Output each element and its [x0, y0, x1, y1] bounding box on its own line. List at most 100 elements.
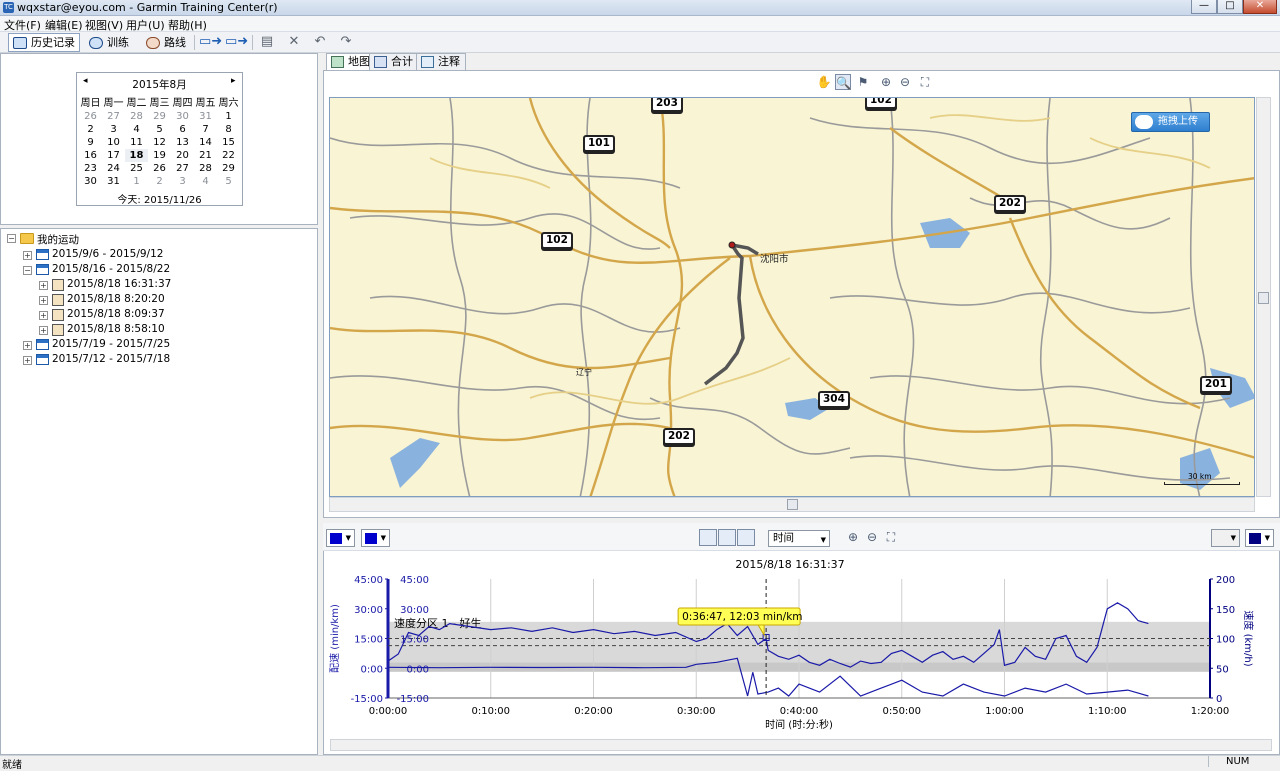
- calendar-day[interactable]: 23: [79, 162, 102, 175]
- chart-fit-icon[interactable]: ⛶: [883, 529, 899, 545]
- menu-user[interactable]: 用户(U): [126, 17, 165, 33]
- new-document-icon[interactable]: ▤: [259, 35, 275, 49]
- tree-expand-icon[interactable]: +: [39, 311, 48, 320]
- calendar-day[interactable]: 30: [171, 110, 194, 123]
- calendar-day[interactable]: 16: [79, 149, 102, 162]
- tab-training[interactable]: 训练: [84, 33, 134, 52]
- calendar-day[interactable]: 31: [102, 175, 125, 188]
- redo-icon[interactable]: ↷: [338, 35, 354, 49]
- tree-expand-icon[interactable]: +: [23, 341, 32, 350]
- zoom-select-icon[interactable]: 🔍: [835, 74, 851, 90]
- tree-week-node[interactable]: 2015/8/16 - 2015/8/22: [52, 263, 170, 275]
- left-series-color-dropdown[interactable]: ▼: [326, 529, 355, 547]
- tree-activity-node[interactable]: 2015/8/18 8:09:37: [67, 308, 165, 320]
- tree-activity-node[interactable]: 2015/8/18 8:20:20: [67, 293, 165, 305]
- tree-expand-icon[interactable]: +: [23, 251, 32, 260]
- tree-collapse-icon[interactable]: −: [7, 234, 16, 243]
- calendar-day[interactable]: 20: [171, 149, 194, 162]
- chart-grid-icon[interactable]: [699, 529, 717, 546]
- chart-range-icon[interactable]: [718, 529, 736, 546]
- tree-expand-icon[interactable]: +: [39, 281, 48, 290]
- calendar-day[interactable]: 27: [102, 110, 125, 123]
- calendar-today-label[interactable]: 今天: 2015/11/26: [77, 191, 242, 206]
- calendar-day[interactable]: 3: [171, 175, 194, 188]
- zoom-out-icon[interactable]: ⊖: [897, 74, 913, 90]
- tree-expand-icon[interactable]: +: [39, 326, 48, 335]
- chart-horizontal-scrollbar[interactable]: [330, 739, 1272, 751]
- map-vscroll-thumb[interactable]: [1258, 292, 1269, 304]
- calendar-day[interactable]: 11: [125, 136, 148, 149]
- calendar-day[interactable]: 26: [79, 110, 102, 123]
- calendar-day[interactable]: 1: [217, 110, 240, 123]
- upload-button[interactable]: 拖拽上传: [1131, 112, 1210, 132]
- calendar-day[interactable]: 22: [217, 149, 240, 162]
- calendar-day[interactable]: 1: [125, 175, 148, 188]
- calendar-day[interactable]: 26: [148, 162, 171, 175]
- menu-edit[interactable]: 编辑(E): [45, 17, 83, 33]
- tab-summary[interactable]: 合计: [369, 53, 419, 70]
- calendar-day[interactable]: 4: [125, 123, 148, 136]
- fit-extent-icon[interactable]: ⛶: [917, 74, 933, 90]
- calendar-day[interactable]: 10: [102, 136, 125, 149]
- calendar-day[interactable]: 4: [194, 175, 217, 188]
- tree-week-node[interactable]: 2015/7/19 - 2015/7/25: [52, 338, 170, 350]
- map-hscroll-thumb[interactable]: [787, 499, 798, 510]
- send-to-device-icon[interactable]: ▭➜: [199, 35, 222, 49]
- tree-expand-icon[interactable]: +: [39, 296, 48, 305]
- calendar-day[interactable]: 5: [148, 123, 171, 136]
- tree-week-node[interactable]: 2015/7/12 - 2015/7/18: [52, 353, 170, 365]
- flag-icon[interactable]: ⚑: [855, 74, 871, 90]
- chart-smooth-icon[interactable]: [737, 529, 755, 546]
- tree-activity-node[interactable]: 2015/8/18 16:31:37: [67, 278, 171, 290]
- calendar-day[interactable]: 29: [148, 110, 171, 123]
- pan-hand-icon[interactable]: ✋: [816, 74, 832, 90]
- delete-icon[interactable]: ✕: [286, 35, 302, 49]
- map-vertical-scrollbar[interactable]: [1256, 97, 1271, 497]
- calendar-day[interactable]: 17: [102, 149, 125, 162]
- calendar-day[interactable]: 13: [171, 136, 194, 149]
- calendar-day[interactable]: 12: [148, 136, 171, 149]
- x-axis-select[interactable]: 时间 ▼: [768, 530, 830, 547]
- calendar-day[interactable]: 14: [194, 136, 217, 149]
- calendar-day[interactable]: 30: [79, 175, 102, 188]
- calendar-day[interactable]: 21: [194, 149, 217, 162]
- tab-history[interactable]: 历史记录: [8, 33, 80, 52]
- tree-week-node[interactable]: 2015/9/6 - 2015/9/12: [52, 248, 163, 260]
- calendar-day[interactable]: 8: [217, 123, 240, 136]
- menu-help[interactable]: 帮助(H): [168, 17, 207, 33]
- left-series2-color-dropdown[interactable]: ▼: [361, 529, 390, 547]
- minimize-button[interactable]: —: [1191, 0, 1217, 14]
- pace-speed-chart[interactable]: 45:00 45:0030:00 30:0015:00 15:000:00 0:00-1…: [323, 551, 1278, 737]
- maximize-button[interactable]: □: [1217, 0, 1243, 14]
- chart-zoom-out-icon[interactable]: ⊖: [864, 529, 880, 545]
- calendar-day[interactable]: 28: [194, 162, 217, 175]
- receive-from-device-icon[interactable]: ▭➜: [225, 35, 248, 49]
- map-canvas[interactable]: 203 102 101 202 102 304 202 201 沈阳市 辽宁: [329, 97, 1255, 497]
- next-month-icon[interactable]: ▸: [231, 76, 236, 86]
- calendar-day[interactable]: 25: [125, 162, 148, 175]
- undo-icon[interactable]: ↶: [312, 35, 328, 49]
- right-series2-color-dropdown[interactable]: ▼: [1245, 529, 1274, 547]
- calendar-day[interactable]: 31: [194, 110, 217, 123]
- tree-collapse-icon[interactable]: −: [23, 266, 32, 275]
- tree-expand-icon[interactable]: +: [23, 356, 32, 365]
- tree-activity-node[interactable]: 2015/8/18 8:58:10: [67, 323, 165, 335]
- calendar-day[interactable]: 6: [171, 123, 194, 136]
- calendar-day[interactable]: 18: [125, 149, 148, 162]
- map-horizontal-scrollbar[interactable]: [329, 497, 1255, 512]
- calendar-day[interactable]: 3: [102, 123, 125, 136]
- calendar-day[interactable]: 24: [102, 162, 125, 175]
- zoom-in-icon[interactable]: ⊕: [878, 74, 894, 90]
- tab-routes[interactable]: 路线: [141, 33, 191, 52]
- calendar-day[interactable]: 2: [148, 175, 171, 188]
- close-window-button[interactable]: ✕: [1243, 0, 1277, 14]
- tree-root-label[interactable]: 我的运动: [37, 232, 79, 247]
- calendar-day[interactable]: 29: [217, 162, 240, 175]
- calendar-day[interactable]: 28: [125, 110, 148, 123]
- calendar-day[interactable]: 27: [171, 162, 194, 175]
- calendar-day[interactable]: 9: [79, 136, 102, 149]
- chart-zoom-in-icon[interactable]: ⊕: [845, 529, 861, 545]
- calendar-day[interactable]: 19: [148, 149, 171, 162]
- menu-view[interactable]: 视图(V): [85, 17, 123, 33]
- menu-file[interactable]: 文件(F): [4, 17, 41, 33]
